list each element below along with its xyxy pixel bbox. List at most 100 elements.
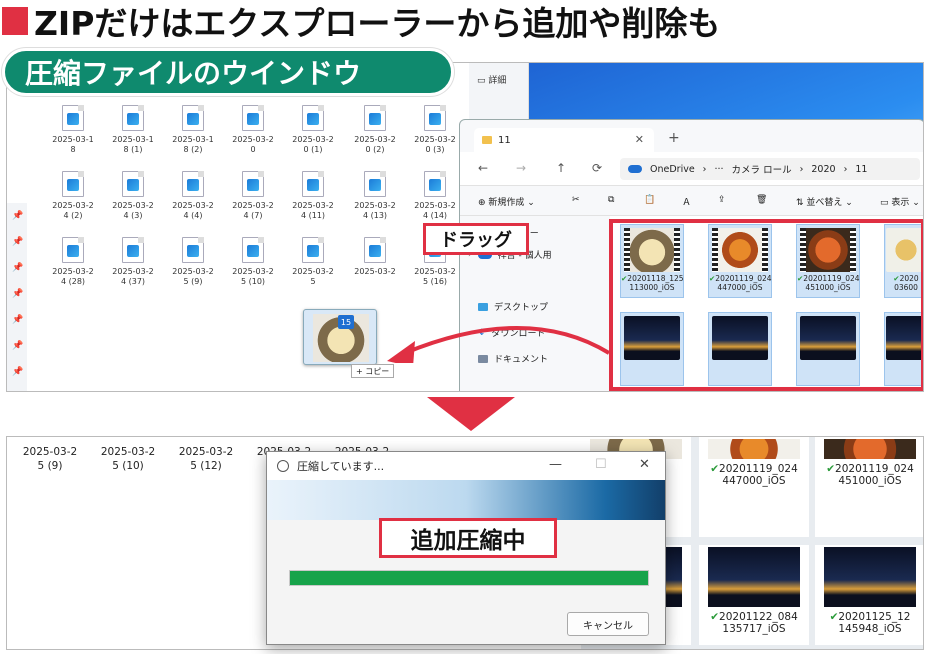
zip-file-item[interactable]: 2025-03-2 4 (14): [407, 171, 463, 221]
zip-file-item[interactable]: 2025-03-2 0 (1): [285, 105, 341, 155]
zip-file-item[interactable]: 2025-03-1 8 (2): [165, 105, 221, 155]
maximize-button[interactable]: ☐: [595, 457, 607, 472]
detail-pane-label[interactable]: ▭ 詳細: [477, 73, 506, 86]
address-separator: ›: [843, 163, 848, 175]
file-name-line: 2025-03-2: [172, 201, 214, 210]
zip-file-item[interactable]: 2025-03-2 0: [225, 105, 281, 155]
image-file-icon: [302, 105, 324, 131]
file-name-line: 2025-03-2: [354, 201, 396, 210]
zip-file-item[interactable]: 2025-03-2 5: [285, 237, 341, 287]
photo-image: [708, 547, 800, 607]
pin-icon[interactable]: 📌: [12, 237, 23, 247]
zip-file-item[interactable]: 2025-03-2 4 (2): [45, 171, 101, 221]
file-name-line: 2025-03-2: [232, 201, 274, 210]
pin-icon[interactable]: 📌: [12, 315, 23, 325]
file-name-line: 2025-03-2: [22, 446, 78, 458]
photo-thumbnail[interactable]: ✔20201122_084 135717_iOS: [699, 545, 809, 645]
image-file-icon: [62, 105, 84, 131]
file-name-line: 2025-03-2: [172, 267, 214, 276]
share-icon[interactable]: ⇪: [718, 195, 726, 205]
image-file-icon: [182, 105, 204, 131]
zip-file-item[interactable]: 2025-03-2 5 (10): [225, 237, 281, 287]
cancel-button[interactable]: キャンセル: [567, 612, 649, 636]
zip-file-item[interactable]: 2025-03-2 4 (37): [105, 237, 161, 287]
back-button[interactable]: ←: [478, 161, 488, 175]
zip-file-item[interactable]: 2025-03-2 4 (28): [45, 237, 101, 287]
close-button[interactable]: ✕: [639, 457, 650, 472]
file-name-line: 2025-03-2: [354, 267, 396, 276]
file-name-line: 5 (10): [112, 460, 144, 472]
up-button[interactable]: ↑: [556, 161, 566, 175]
file-name-line: 4 (28): [60, 277, 86, 286]
address-bar[interactable]: OneDrive › ··· カメラ ロール › 2020 › 11: [620, 158, 920, 180]
address-segment[interactable]: ···: [714, 164, 723, 175]
file-name-line: 4 (7): [243, 211, 263, 220]
dialog-banner: [267, 480, 665, 520]
drag-label: ドラッグ: [423, 223, 529, 255]
zip-file-item[interactable]: 2025-03-2 4 (13): [347, 171, 403, 221]
pin-icon[interactable]: 📌: [12, 211, 23, 221]
zip-file-item[interactable]: 2025-03-2 4 (3): [105, 171, 161, 221]
sort-button[interactable]: ⇅ 並べ替え ⌄: [796, 195, 853, 208]
image-file-icon: [302, 237, 324, 263]
zip-file-item[interactable]: 2025-03-2: [347, 237, 403, 277]
file-name-line: 2025-03-2: [100, 446, 156, 458]
zip-file-item[interactable]: 2025-03-2 5 (10): [93, 445, 163, 473]
pin-icon[interactable]: 📌: [12, 289, 23, 299]
copy-tooltip: + コピー: [351, 364, 395, 378]
file-name-line: 2025-03-2: [232, 135, 274, 144]
address-segment[interactable]: 2020: [811, 164, 835, 175]
zip-file-item[interactable]: 2025-03-2 5 (9): [15, 445, 85, 473]
image-file-icon: [62, 171, 84, 197]
zip-file-item[interactable]: 2025-03-1 8: [45, 105, 101, 155]
folder-icon: [482, 136, 492, 144]
zip-file-item[interactable]: 2025-03-2 4 (7): [225, 171, 281, 221]
zip-file-item[interactable]: 2025-03-2 0 (3): [407, 105, 463, 155]
drag-count-badge: 15: [338, 315, 354, 329]
tab-title: 11: [498, 134, 511, 146]
copy-icon[interactable]: ⧉: [608, 195, 614, 205]
pin-icon[interactable]: 📌: [12, 263, 23, 273]
photo-image: [708, 439, 800, 459]
file-name-line: 2025-03-2: [354, 135, 396, 144]
view-button[interactable]: ▭ 表示 ⌄: [880, 195, 920, 208]
zip-file-item[interactable]: 2025-03-2 4 (11): [285, 171, 341, 221]
zip-file-item[interactable]: 2025-03-2 5 (9): [165, 237, 221, 287]
address-segment[interactable]: カメラ ロール: [732, 162, 792, 176]
file-name-line: 0: [250, 145, 256, 154]
new-button[interactable]: ⊕ 新規作成 ⌄: [478, 195, 535, 208]
photo-thumbnail[interactable]: ✔20201119_024 451000_iOS: [815, 437, 923, 537]
compress-status-label: 追加圧縮中: [379, 518, 557, 558]
zip-file-item[interactable]: 2025-03-2 5 (12): [171, 445, 241, 473]
paste-icon[interactable]: 📋: [644, 195, 655, 205]
image-file-icon: [182, 171, 204, 197]
file-name-line: 4 (11): [300, 211, 326, 220]
forward-button[interactable]: →: [516, 161, 526, 175]
headline: ZIPだけはエクスプローラーから追加や削除も: [2, 2, 720, 43]
zip-file-item[interactable]: 2025-03-2 0 (2): [347, 105, 403, 155]
file-name-line: 2025-03-2: [52, 267, 94, 276]
new-tab-button[interactable]: +: [668, 130, 680, 146]
zip-file-item[interactable]: 2025-03-1 8 (1): [105, 105, 161, 155]
progress-bar: [289, 570, 649, 586]
delete-icon[interactable]: 🗑: [756, 195, 767, 205]
rename-icon[interactable]: Ａ: [682, 195, 691, 208]
file-name-line: 4 (14): [422, 211, 448, 220]
pin-icon[interactable]: 📌: [12, 367, 23, 377]
refresh-button[interactable]: ⟳: [592, 161, 602, 175]
image-file-icon: [242, 171, 264, 197]
file-name-line: 2025-03-2: [52, 201, 94, 210]
address-segment[interactable]: OneDrive: [650, 164, 695, 175]
photo-thumbnail[interactable]: ✔20201119_024 447000_iOS: [699, 437, 809, 537]
cut-icon[interactable]: ✂: [572, 195, 580, 205]
file-name-line: 5: [310, 277, 316, 286]
file-name-line: 8 (2): [183, 145, 203, 154]
minimize-button[interactable]: —: [549, 457, 562, 472]
explorer-tab[interactable]: 11 ✕: [474, 128, 654, 152]
tab-close-button[interactable]: ✕: [635, 133, 644, 146]
photo-thumbnail[interactable]: ✔20201125_12 145948_iOS: [815, 545, 923, 645]
zip-file-item[interactable]: 2025-03-2 4 (4): [165, 171, 221, 221]
address-segment[interactable]: 11: [855, 164, 867, 175]
file-name-line: 2025-03-2: [292, 201, 334, 210]
pin-icon[interactable]: 📌: [12, 341, 23, 351]
